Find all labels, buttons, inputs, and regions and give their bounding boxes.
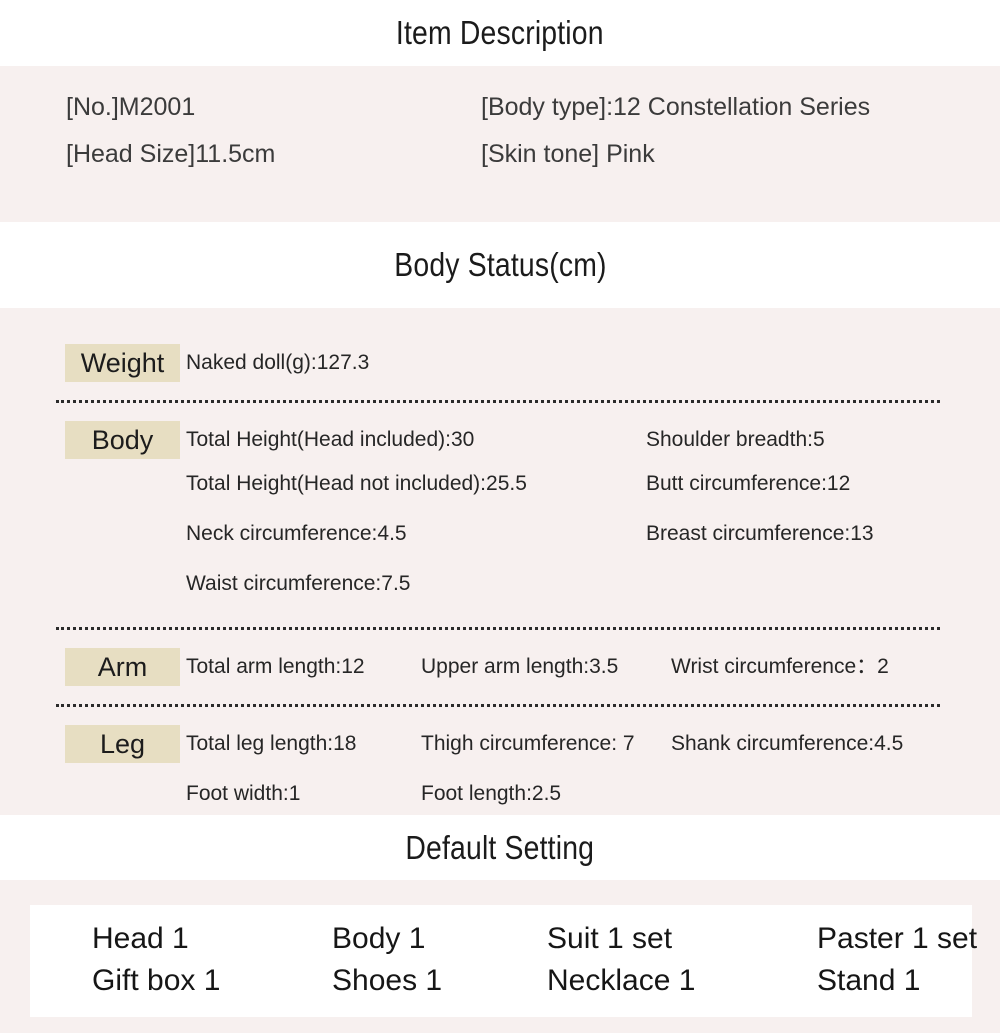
spec-value: Foot length:2.5 bbox=[421, 782, 562, 805]
spec-value: Wrist circumference：2 bbox=[671, 655, 889, 678]
default-item: Shoes 1 bbox=[332, 964, 443, 997]
spec-group-leg: Leg Total leg length:18 Thigh circumfere… bbox=[0, 725, 1000, 825]
spec-field-body-type: [Body type]:12 Constellation Series bbox=[481, 93, 871, 121]
spec-group-body: Body Total Height(Head included):30 Shou… bbox=[0, 421, 1000, 609]
spec-value: Total leg length:18 bbox=[186, 732, 357, 755]
default-item: Suit 1 set bbox=[547, 922, 673, 955]
spec-value: Shoulder breadth:5 bbox=[646, 428, 825, 451]
spec-group-label-leg: Leg bbox=[65, 725, 180, 763]
section-title-text: Item Description bbox=[396, 14, 604, 51]
default-item: Necklace 1 bbox=[547, 964, 696, 997]
default-setting-grid: Head 1 Body 1 Suit 1 set Paster 1 set Gi… bbox=[30, 919, 977, 1001]
spec-value: Butt circumference:12 bbox=[646, 472, 851, 495]
item-description-grid: [No.]M2001 [Body type]:12 Constellation … bbox=[0, 93, 1000, 168]
spec-value: Breast circumference:13 bbox=[646, 522, 874, 545]
section-title-item-description: Item Description bbox=[0, 0, 1000, 66]
spec-value: Total Height(Head included):30 bbox=[186, 428, 475, 451]
spec-group-label-arm: Arm bbox=[65, 648, 180, 686]
default-item: Body 1 bbox=[332, 922, 426, 955]
spec-group-label-weight: Weight bbox=[65, 344, 180, 382]
spec-values-arm: Total arm length:12 Upper arm length:3.5… bbox=[180, 648, 1000, 686]
spec-value: Total Height(Head not included):25.5 bbox=[186, 472, 527, 495]
spec-group-arm: Arm Total arm length:12 Upper arm length… bbox=[0, 648, 1000, 686]
spec-value: Thigh circumference: 7 bbox=[421, 732, 635, 755]
spec-value-empty bbox=[671, 763, 1000, 825]
section-title-text: Body Status(cm) bbox=[393, 246, 607, 283]
default-setting-box: Head 1 Body 1 Suit 1 set Paster 1 set Gi… bbox=[30, 905, 977, 1017]
spec-values-leg: Total leg length:18 Thigh circumference:… bbox=[180, 725, 1000, 825]
default-item: Head 1 bbox=[92, 922, 189, 955]
spec-field-no: [No.]M2001 bbox=[66, 93, 196, 121]
default-item: Stand 1 bbox=[817, 964, 921, 997]
section-title-text: Default Setting bbox=[405, 828, 595, 866]
spec-value: Neck circumference:4.5 bbox=[186, 522, 407, 545]
spec-field-skin-tone: [Skin tone] Pink bbox=[481, 139, 655, 168]
spec-value: Total arm length:12 bbox=[186, 655, 365, 678]
spec-field-head-size: [Head Size]11.5cm bbox=[66, 139, 276, 168]
product-spec-sheet: Item Description [No.]M2001 [Body type]:… bbox=[0, 0, 1000, 1033]
section-title-body-status: Body Status(cm) bbox=[0, 222, 1000, 308]
default-item: Gift box 1 bbox=[92, 964, 221, 997]
default-item: Paster 1 set bbox=[817, 922, 978, 955]
spec-values-weight: Naked doll(g):127.3 bbox=[180, 344, 1000, 382]
spec-value: Shank circumference:4.5 bbox=[671, 732, 904, 755]
spec-value: Naked doll(g):127.3 bbox=[186, 351, 370, 374]
spec-value: Upper arm length:3.5 bbox=[421, 655, 619, 678]
spec-value: Waist circumference:7.5 bbox=[186, 572, 411, 595]
spec-values-body: Total Height(Head included):30 Shoulder … bbox=[180, 421, 1000, 609]
body-status-content: Weight Naked doll(g):127.3 Body Total He… bbox=[0, 308, 1000, 815]
item-description-content: [No.]M2001 [Body type]:12 Constellation … bbox=[0, 66, 1000, 222]
spec-value: Foot width:1 bbox=[186, 782, 301, 805]
spec-group-weight: Weight Naked doll(g):127.3 bbox=[0, 344, 1000, 382]
spec-group-label-body: Body bbox=[65, 421, 180, 459]
default-setting-content: Head 1 Body 1 Suit 1 set Paster 1 set Gi… bbox=[0, 880, 1000, 1033]
